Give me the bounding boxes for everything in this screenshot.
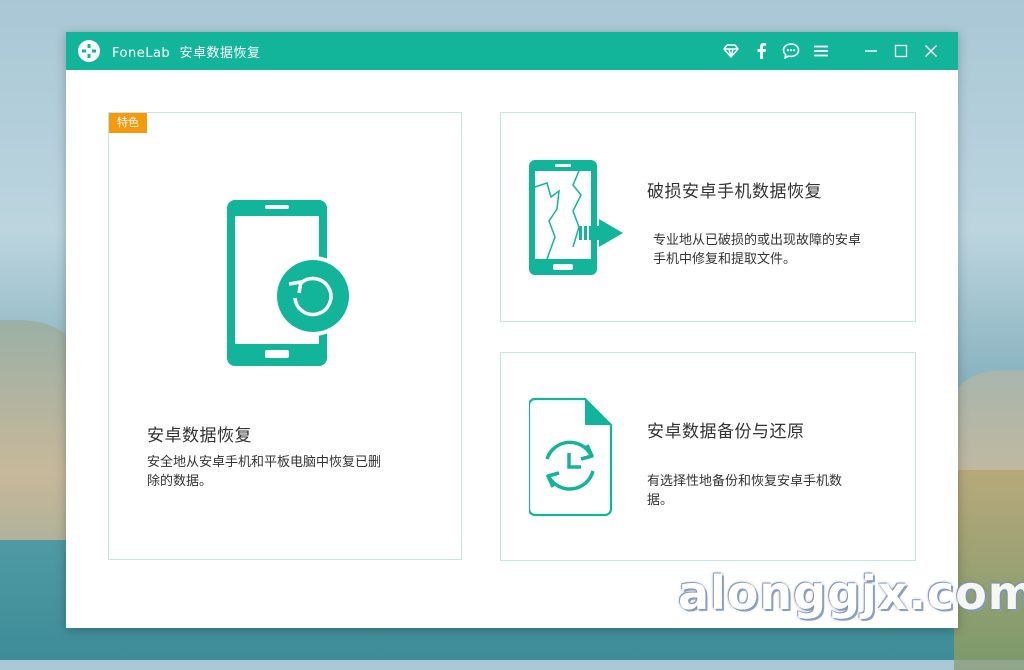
card-desc-main: 安全地从安卓手机和平板电脑中恢复已删 除的数据。 [147,455,382,489]
card-title-backup: 安卓数据备份与还原 [647,422,805,442]
file-backup-icon [527,397,619,521]
chat-icon[interactable] [780,40,802,62]
app-window: FoneLab 安卓数据恢复 特色 安卓数据恢复 安全地从安卓手机和平板电脑中恢… [66,32,958,628]
menu-icon[interactable] [810,40,832,62]
title-bar[interactable]: FoneLab 安卓数据恢复 [66,32,958,70]
card-desc-backup: 有选择性地备份和恢复安卓手机数 据。 [647,474,843,508]
diamond-icon[interactable] [720,40,742,62]
facebook-icon[interactable] [750,40,772,62]
broken-android-recovery-card[interactable]: 破损安卓手机数据恢复 专业地从已破损的或出现故障的安卓 手机中修复和提取文件。 [500,112,916,322]
featured-badge: 特色 [109,113,147,133]
card-title-main: 安卓数据恢复 [147,426,252,446]
maximize-icon[interactable] [890,40,912,62]
card-title-broken: 破损安卓手机数据恢复 [647,182,822,202]
android-backup-restore-card[interactable]: 安卓数据备份与还原 有选择性地备份和恢复安卓手机数 据。 [500,352,916,561]
minimize-icon[interactable] [860,40,882,62]
card-desc-broken: 专业地从已破损的或出现故障的安卓 手机中修复和提取文件。 [653,233,862,267]
background-field [954,470,1024,660]
fonelab-logo-icon [76,38,102,64]
android-data-recovery-card[interactable]: 特色 安卓数据恢复 安全地从安卓手机和平板电脑中恢复已删 除的数据。 [108,112,462,560]
app-title: FoneLab 安卓数据恢复 [112,45,261,61]
broken-phone-icon [529,157,629,281]
close-icon[interactable] [920,40,942,62]
phone-restore-icon [227,198,357,372]
watermark-text: alonggjx.com [678,566,1024,620]
